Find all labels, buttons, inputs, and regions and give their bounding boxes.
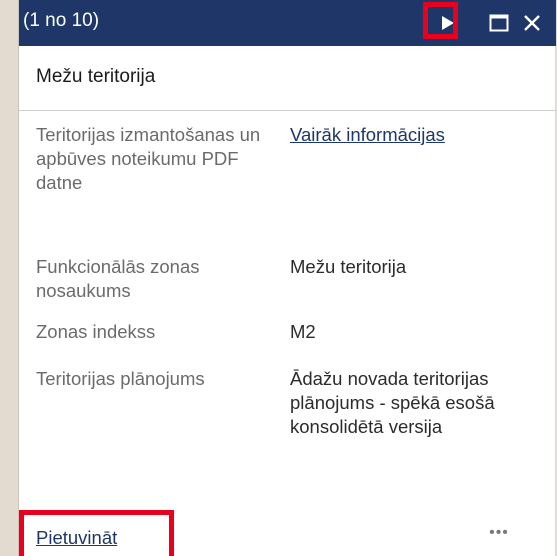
maximize-button[interactable] [486, 0, 512, 46]
highlight-box-next [423, 2, 458, 39]
popup-titlebar: (1 no 10) [19, 0, 556, 46]
close-icon [524, 15, 540, 31]
more-actions-button[interactable]: ••• [481, 524, 517, 548]
feature-title: Mežu teritorija [36, 66, 156, 87]
close-button[interactable] [518, 0, 546, 46]
more-info-link[interactable]: Vairāk informācijas [290, 123, 540, 147]
field-value-zone-index: M2 [290, 321, 316, 342]
field-label-plan: Teritorijas plānojums [36, 368, 205, 389]
feature-counter: (1 no 10) [23, 10, 100, 31]
square-icon [489, 14, 509, 32]
field-label-zone-name: Funkcionālās zonas nosaukums [36, 256, 200, 301]
title-divider [19, 110, 556, 111]
field-value-plan: Ādažu novada teritorijas plānojums - spē… [290, 368, 495, 437]
highlight-box-zoom [19, 510, 174, 556]
field-label-pdf: Teritorijas izmantošanas un apbūves note… [36, 124, 261, 193]
field-value-zone-name: Mežu teritorija [290, 256, 407, 277]
field-label-zone-index: Zonas indekss [36, 321, 156, 342]
popup-window: (1 no 10) Mežu teritorija Teritorijas iz… [18, 0, 556, 556]
